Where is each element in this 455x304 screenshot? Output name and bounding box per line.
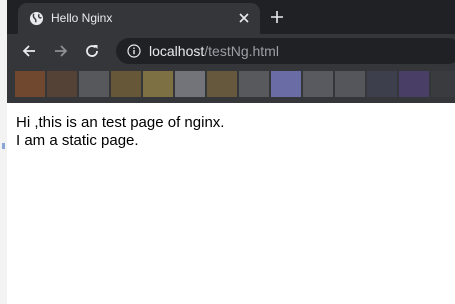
tab-title: Hello Nginx [51, 11, 113, 25]
bookmark-pixel-block [79, 71, 109, 97]
new-tab-plus-icon[interactable] [269, 9, 285, 25]
navigation-toolbar: localhost/testNg.html [7, 34, 455, 68]
back-arrow-icon[interactable] [21, 43, 37, 59]
active-tab[interactable]: Hello Nginx [18, 3, 260, 34]
browser-window: Hello Nginx localhost/testNg.html [7, 0, 455, 103]
bookmark-pixel-block [367, 71, 397, 97]
address-bar[interactable]: localhost/testNg.html [116, 38, 455, 64]
forward-arrow-icon[interactable] [53, 43, 69, 59]
bookmark-pixel-block [239, 71, 269, 97]
page-line-1: Hi ,this is an test page of nginx. [16, 114, 225, 131]
bookmark-pixel-block [175, 71, 205, 97]
side-marker [2, 143, 5, 149]
close-icon[interactable] [236, 10, 252, 26]
url-path: /testNg.html [204, 43, 279, 59]
info-icon[interactable] [127, 44, 141, 58]
page-line-2: I am a static page. [16, 132, 139, 149]
bookmark-pixel-block [303, 71, 333, 97]
bookmark-pixel-block [271, 71, 301, 97]
url-host: localhost [149, 43, 205, 59]
left-side-strip [0, 0, 7, 304]
reload-icon[interactable] [84, 43, 100, 59]
url-text[interactable]: localhost/testNg.html [149, 43, 279, 59]
bookmark-pixel-block [111, 71, 141, 97]
bookmark-pixel-block [399, 71, 429, 97]
bookmark-pixel-block [143, 71, 173, 97]
bookmarks-bar-pixelated [7, 68, 455, 103]
bookmark-pixel-block [207, 71, 237, 97]
globe-icon [29, 11, 44, 26]
page-content: Hi ,this is an test page of nginx. I am … [16, 114, 224, 150]
bookmark-pixel-block [431, 71, 455, 97]
bookmark-pixel-block [15, 71, 45, 97]
bookmark-pixel-block [47, 71, 77, 97]
bookmark-pixel-block [335, 71, 365, 97]
